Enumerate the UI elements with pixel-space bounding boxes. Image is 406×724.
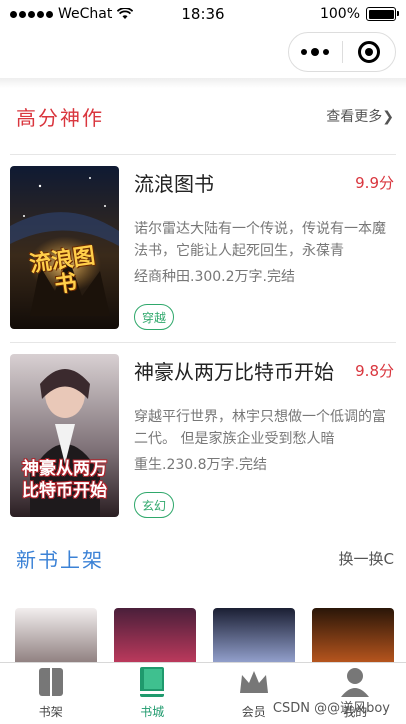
crown-icon: [239, 671, 268, 693]
section-title: 新书上架: [16, 547, 104, 572]
section-title: 高分神作: [16, 105, 104, 130]
book-score: 9.9分: [355, 174, 394, 192]
book-meta: 经商种田.300.2万字.完结: [134, 269, 295, 285]
menu-dot: [311, 48, 320, 56]
miniprogram-capsule: [288, 32, 396, 72]
new-book-cover[interactable]: [114, 608, 196, 666]
book-score: 9.8分: [355, 362, 394, 380]
new-books-list: [15, 608, 396, 666]
carrier-label: WeChat: [58, 6, 113, 22]
book-cover[interactable]: 流浪图书: [10, 166, 119, 329]
tab-bookstore[interactable]: 书城: [102, 663, 204, 724]
new-books-header: 新书上架 换一换C: [16, 542, 394, 574]
refresh-button[interactable]: 换一换C: [339, 548, 394, 569]
tab-bookshelf[interactable]: 书架: [0, 663, 102, 724]
divider: [10, 154, 396, 155]
close-miniprogram-button[interactable]: [342, 33, 395, 71]
signal-icon: [10, 10, 53, 18]
book-tag[interactable]: 玄幻: [134, 492, 175, 518]
battery-icon: [366, 7, 399, 21]
target-icon: [357, 41, 380, 63]
wifi-icon: [117, 8, 134, 19]
book-meta: 重生.230.8万字.完结: [134, 457, 267, 473]
high-score-header: 高分神作 查看更多❯: [16, 100, 394, 132]
more-menu-button[interactable]: [289, 33, 342, 71]
book-intro: 诺尔雷达大陆有一个传说，传说有一本魔法书，它能让人起死回生，永葆青: [134, 221, 386, 259]
menu-dot: [301, 49, 308, 55]
watermark: CSDN @@逆风boy: [272, 701, 390, 716]
bookshelf-icon: [38, 668, 63, 696]
new-book-cover[interactable]: [312, 608, 394, 666]
divider: [10, 342, 396, 343]
carrier-group: WeChat: [10, 6, 134, 22]
book-title[interactable]: 神豪从两万比特币开始: [134, 356, 334, 385]
book-tag[interactable]: 穿越: [134, 304, 175, 330]
new-book-cover[interactable]: [213, 608, 295, 666]
book-cover[interactable]: 神豪从两万比特币开始: [10, 354, 119, 517]
scroll-shadow: [0, 78, 406, 88]
view-more-link[interactable]: 查看更多❯: [326, 106, 394, 126]
tab-label: 书架: [38, 705, 63, 719]
menu-dot: [323, 49, 330, 55]
book-item[interactable]: 神豪从两万比特币开始 神豪从两万比特币开始 9.8分 穿越平行世界，林宇只想做一…: [10, 354, 396, 519]
cover-title: 神豪从两万比特币开始: [22, 459, 107, 501]
book-title[interactable]: 流浪图书: [134, 168, 214, 197]
book-intro: 穿越平行世界，林宇只想做一个低调的富二代。 但是家族企业受到愁人暗: [134, 409, 386, 447]
tab-label: 书城: [140, 705, 165, 719]
status-bar: WeChat 18:36 100%: [0, 0, 406, 28]
battery-level: [368, 9, 394, 19]
book-item[interactable]: 流浪图书 流浪图书 9.9分 诺尔雷达大陆有一个传说，传说有一本魔法书，它能让人…: [10, 166, 396, 331]
battery-label: 100%: [319, 6, 360, 22]
battery-group: 100%: [319, 6, 399, 22]
bookstore-icon: [140, 667, 165, 697]
user-icon: [341, 668, 370, 697]
tab-label: 会员: [241, 705, 266, 719]
new-book-cover[interactable]: [15, 608, 97, 666]
